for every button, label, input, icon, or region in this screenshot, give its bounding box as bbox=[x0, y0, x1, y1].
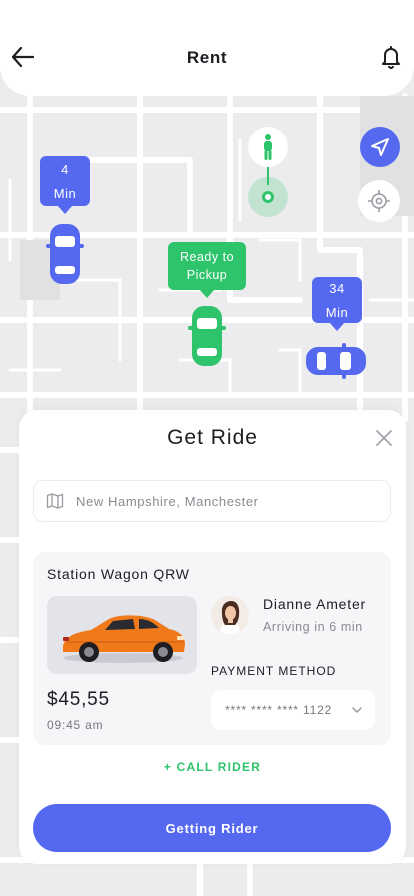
car-image bbox=[47, 596, 197, 674]
map-icon bbox=[46, 493, 64, 509]
ready-line-2: Pickup bbox=[186, 268, 228, 282]
ready-pickup-bubble: Ready to Pickup bbox=[168, 242, 246, 298]
get-ride-sheet: Get Ride Station Wagon QRW bbox=[19, 410, 406, 864]
location-field[interactable] bbox=[33, 480, 391, 522]
avatar bbox=[211, 596, 249, 634]
navigation-arrow-icon bbox=[371, 138, 389, 156]
car-photo bbox=[63, 615, 185, 663]
car-pin-blue-left[interactable] bbox=[45, 222, 85, 291]
eta-bubble-right: 34 Min bbox=[312, 277, 362, 331]
location-input[interactable] bbox=[76, 493, 376, 509]
bubble-tail bbox=[329, 322, 345, 331]
eta-value: 34 bbox=[329, 281, 345, 296]
crosshair-icon bbox=[368, 190, 390, 212]
close-icon[interactable] bbox=[374, 428, 394, 448]
ride-price: $45,55 bbox=[47, 689, 110, 710]
car-pin-green[interactable] bbox=[187, 304, 227, 373]
ready-line-1: Ready to bbox=[179, 250, 235, 264]
locate-me-button[interactable] bbox=[358, 180, 400, 222]
arrival-status: Arriving in 6 min bbox=[263, 620, 363, 634]
payment-value: **** **** **** 1122 bbox=[225, 703, 333, 717]
navigate-button[interactable] bbox=[360, 127, 400, 167]
car-top-icon bbox=[188, 306, 226, 366]
pickup-dot bbox=[262, 191, 274, 203]
page-title: Rent bbox=[186, 48, 228, 67]
car-top-icon bbox=[306, 343, 366, 379]
driver-photo bbox=[211, 596, 249, 634]
eta-bubble-left: 4 Min bbox=[40, 156, 90, 214]
pickup-point[interactable] bbox=[248, 177, 288, 217]
ride-time: 09:45 am bbox=[47, 718, 104, 732]
payment-method-select[interactable]: **** **** **** 1122 bbox=[211, 690, 375, 730]
person-icon bbox=[264, 134, 272, 160]
bubble-tail bbox=[57, 205, 73, 214]
car-top-icon bbox=[46, 224, 84, 284]
eta-value: 4 bbox=[61, 162, 69, 177]
getting-rider-button[interactable]: Getting Rider bbox=[33, 804, 391, 852]
bubble-tail bbox=[199, 289, 215, 298]
car-name: Station Wagon QRW bbox=[47, 566, 190, 582]
ride-card[interactable]: Station Wagon QRW $45,55 09:45 am Dianne… bbox=[33, 552, 391, 745]
call-rider-link[interactable]: + CALL RIDER bbox=[19, 760, 406, 774]
car-pin-blue-right[interactable] bbox=[304, 343, 368, 384]
eta-unit: Min bbox=[325, 305, 349, 320]
driver-name: Dianne Ameter bbox=[263, 596, 367, 612]
chevron-down-icon bbox=[352, 707, 362, 713]
bell-icon[interactable] bbox=[379, 44, 403, 70]
payment-label: PAYMENT METHOD bbox=[211, 664, 337, 678]
top-bar: Rent bbox=[0, 0, 414, 96]
person-pin[interactable] bbox=[248, 127, 288, 167]
eta-unit: Min bbox=[53, 186, 77, 201]
sheet-title: Get Ride bbox=[167, 426, 258, 449]
